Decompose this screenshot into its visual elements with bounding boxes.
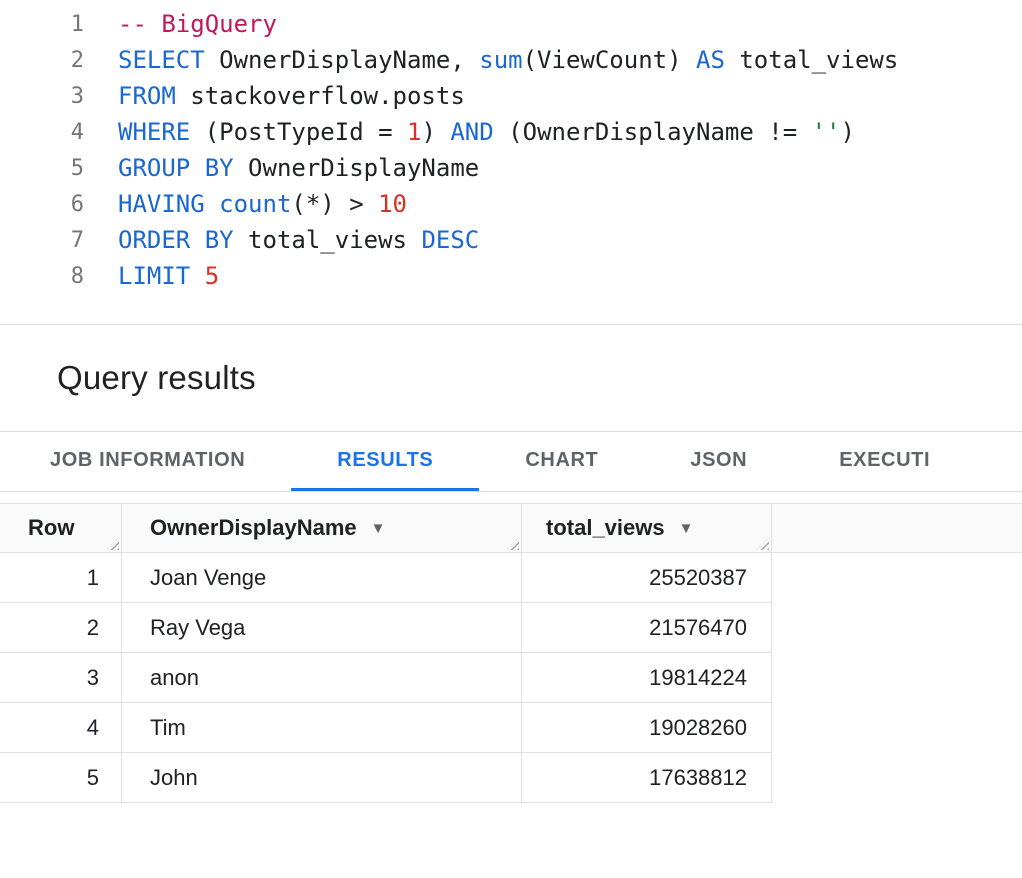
column-header-ownerdisplayname: OwnerDisplayName ▼ bbox=[122, 504, 522, 552]
code-text: WHERE (PostTypeId = 1) AND (OwnerDisplay… bbox=[84, 118, 855, 146]
tab-results[interactable]: RESULTS bbox=[291, 432, 479, 491]
code-line[interactable]: 2SELECT OwnerDisplayName, sum(ViewCount)… bbox=[0, 42, 1022, 78]
total-views-cell: 17638812 bbox=[522, 753, 772, 803]
tab-execution-details[interactable]: EXECUTI bbox=[793, 432, 976, 491]
code-line[interactable]: 3FROM stackoverflow.posts bbox=[0, 78, 1022, 114]
table-row: 5John17638812 bbox=[0, 753, 1022, 803]
total-views-cell: 25520387 bbox=[522, 553, 772, 603]
line-number: 8 bbox=[0, 264, 84, 289]
results-table-body: 1Joan Venge255203872Ray Vega215764703ano… bbox=[0, 553, 1022, 803]
line-number: 7 bbox=[0, 228, 84, 253]
filler-cell bbox=[772, 653, 1022, 703]
row-number-cell: 4 bbox=[0, 703, 122, 753]
table-row: 3anon19814224 bbox=[0, 653, 1022, 703]
filler-cell bbox=[772, 703, 1022, 753]
owner-display-name-cell: Joan Venge bbox=[122, 553, 522, 603]
code-line[interactable]: 1-- BigQuery bbox=[0, 6, 1022, 42]
row-number-cell: 3 bbox=[0, 653, 122, 703]
tab-chart[interactable]: CHART bbox=[479, 432, 644, 491]
total-views-cell: 19028260 bbox=[522, 703, 772, 753]
table-row: 4Tim19028260 bbox=[0, 703, 1022, 753]
column-header-row: Row bbox=[0, 504, 122, 552]
row-number-cell: 5 bbox=[0, 753, 122, 803]
owner-column-resize-handle[interactable] bbox=[506, 537, 519, 550]
owner-display-name-cell: anon bbox=[122, 653, 522, 703]
line-number: 2 bbox=[0, 48, 84, 73]
line-number: 5 bbox=[0, 156, 84, 181]
tab-json[interactable]: JSON bbox=[644, 432, 793, 491]
code-text: SELECT OwnerDisplayName, sum(ViewCount) … bbox=[84, 46, 898, 74]
column-header-total-views: total_views ▼ bbox=[522, 504, 772, 552]
line-number: 4 bbox=[0, 120, 84, 145]
code-text: FROM stackoverflow.posts bbox=[84, 82, 465, 110]
owner-display-name-cell: John bbox=[122, 753, 522, 803]
total-views-cell: 21576470 bbox=[522, 603, 772, 653]
query-results-header: Query results bbox=[0, 325, 1022, 432]
views-column-menu-icon[interactable]: ▼ bbox=[679, 520, 694, 537]
query-results-title: Query results bbox=[57, 359, 256, 397]
line-number: 3 bbox=[0, 84, 84, 109]
code-text: ORDER BY total_views DESC bbox=[84, 226, 479, 254]
filler-cell bbox=[772, 753, 1022, 803]
column-header-owner-label: OwnerDisplayName bbox=[150, 515, 357, 541]
line-number: 1 bbox=[0, 12, 84, 37]
column-header-row-label: Row bbox=[28, 515, 74, 541]
code-line[interactable]: 4WHERE (PostTypeId = 1) AND (OwnerDispla… bbox=[0, 114, 1022, 150]
code-line[interactable]: 8LIMIT 5 bbox=[0, 258, 1022, 294]
tab-job-information[interactable]: JOB INFORMATION bbox=[4, 432, 291, 491]
filler-cell bbox=[772, 603, 1022, 653]
code-line[interactable]: 5GROUP BY OwnerDisplayName bbox=[0, 150, 1022, 186]
views-column-resize-handle[interactable] bbox=[756, 537, 769, 550]
owner-display-name-cell: Ray Vega bbox=[122, 603, 522, 653]
row-column-resize-handle[interactable] bbox=[106, 537, 119, 550]
code-text: GROUP BY OwnerDisplayName bbox=[84, 154, 479, 182]
total-views-cell: 19814224 bbox=[522, 653, 772, 703]
row-number-cell: 2 bbox=[0, 603, 122, 653]
column-header-views-label: total_views bbox=[546, 515, 665, 541]
sql-editor[interactable]: 1-- BigQuery2SELECT OwnerDisplayName, su… bbox=[0, 0, 1022, 325]
owner-display-name-cell: Tim bbox=[122, 703, 522, 753]
code-line[interactable]: 7ORDER BY total_views DESC bbox=[0, 222, 1022, 258]
row-number-cell: 1 bbox=[0, 553, 122, 603]
owner-column-menu-icon[interactable]: ▼ bbox=[371, 520, 386, 537]
filler-cell bbox=[772, 553, 1022, 603]
results-table-header: Row OwnerDisplayName ▼ total_views ▼ bbox=[0, 503, 1022, 553]
results-table: Row OwnerDisplayName ▼ total_views ▼ 1Jo… bbox=[0, 503, 1022, 803]
code-line[interactable]: 6HAVING count(*) > 10 bbox=[0, 186, 1022, 222]
results-tabs: JOB INFORMATION RESULTS CHART JSON EXECU… bbox=[0, 432, 1022, 492]
code-text: -- BigQuery bbox=[84, 10, 277, 38]
code-text: LIMIT 5 bbox=[84, 262, 219, 290]
line-number: 6 bbox=[0, 192, 84, 217]
table-row: 1Joan Venge25520387 bbox=[0, 553, 1022, 603]
code-text: HAVING count(*) > 10 bbox=[84, 190, 407, 218]
column-header-filler bbox=[772, 504, 1022, 552]
table-row: 2Ray Vega21576470 bbox=[0, 603, 1022, 653]
